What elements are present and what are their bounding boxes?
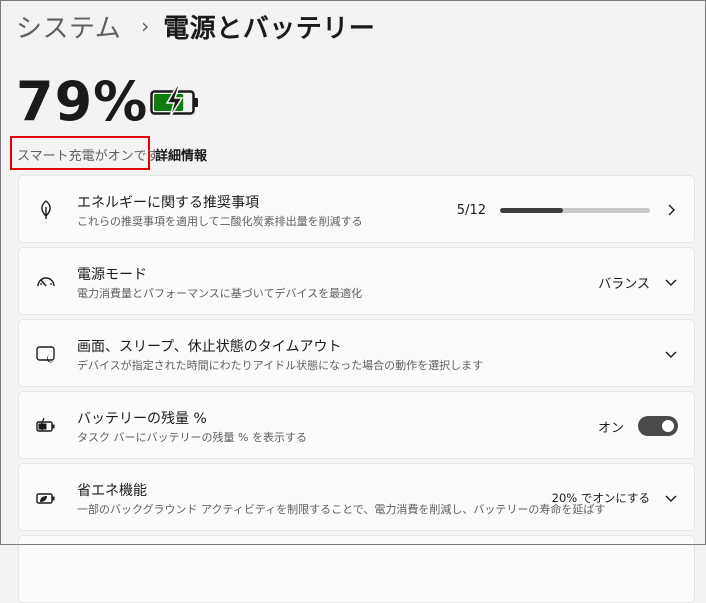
breadcrumb-separator: › xyxy=(141,14,150,38)
details-link[interactable]: 詳細情報 xyxy=(155,145,207,164)
energy-saver-card[interactable]: 省エネ機能 一部のバックグラウンド アクティビティを制限することで、電力消費を削… xyxy=(18,463,695,531)
screen-sleep-desc: デバイスが指定された時間にわたりアイドル状態になった場合の動作を選択します xyxy=(77,359,484,372)
energy-progress-bar xyxy=(500,207,650,213)
energy-saver-desc: 一部のバックグラウンド アクティビティを制限することで、電力消費を削減し、バッテ… xyxy=(77,503,606,516)
energy-saver-dropdown[interactable]: 20% でオンにする xyxy=(552,490,650,506)
power-mode-card[interactable]: 電源モード 電力消費量とパフォーマンスに基づいてデバイスを最適化 バランス xyxy=(18,247,695,315)
energy-recommendations-card[interactable]: エネルギーに関する推奨事項 これらの推奨事項を適用して二酸化炭素排出量を削減する… xyxy=(18,175,695,243)
battery-percent-value: 79% xyxy=(16,70,149,133)
energy-progress-fill xyxy=(500,207,563,213)
toggle-knob xyxy=(662,420,674,432)
energy-recommendations-title: エネルギーに関する推奨事項 xyxy=(77,195,259,211)
power-mode-dropdown[interactable]: バランス xyxy=(598,273,650,292)
speedometer-icon xyxy=(37,277,55,287)
battery-charging-large-icon xyxy=(150,85,198,118)
energy-saver-title: 省エネ機能 xyxy=(77,483,147,499)
power-mode-desc: 電力消費量とパフォーマンスに基づいてデバイスを最適化 xyxy=(77,287,363,300)
power-mode-title: 電源モード xyxy=(77,267,147,283)
battery-percentage-card: バッテリーの残量 % タスク バーにバッテリーの残量 % を表示する オン xyxy=(18,391,695,459)
next-settings-card[interactable] xyxy=(18,535,695,603)
breadcrumb: システム › 電源とバッテリー xyxy=(16,8,375,44)
page-title: 電源とバッテリー xyxy=(163,13,376,44)
sleep-screen-icon xyxy=(36,346,55,363)
battery-percentage-desc: タスク バーにバッテリーの残量 % を表示する xyxy=(77,431,307,444)
toggle-state-label: オン xyxy=(597,420,624,436)
chevron-down-icon xyxy=(665,279,677,286)
battery-percentage-title: バッテリーの残量 % xyxy=(77,411,207,427)
leaf-icon xyxy=(41,200,51,219)
chevron-down-icon xyxy=(665,495,677,502)
energy-progress-text: 5/12 xyxy=(456,202,486,218)
chevron-right-icon xyxy=(668,204,675,216)
chevron-down-icon xyxy=(665,351,677,358)
energy-saver-icon xyxy=(36,493,55,504)
smart-charge-status: スマート充電がオンです。 xyxy=(17,149,172,164)
battery-percentage-toggle[interactable] xyxy=(638,416,678,436)
battery-charging-icon xyxy=(36,417,55,432)
breadcrumb-parent-system[interactable]: システム xyxy=(16,8,121,45)
energy-recommendations-desc: これらの推奨事項を適用して二酸化炭素排出量を削減する xyxy=(77,215,363,228)
screen-sleep-title: 画面、スリープ、休止状態のタイムアウト xyxy=(77,339,342,355)
screen-sleep-timeout-card[interactable]: 画面、スリープ、休止状態のタイムアウト デバイスが指定された時間にわたりアイドル… xyxy=(18,319,695,387)
